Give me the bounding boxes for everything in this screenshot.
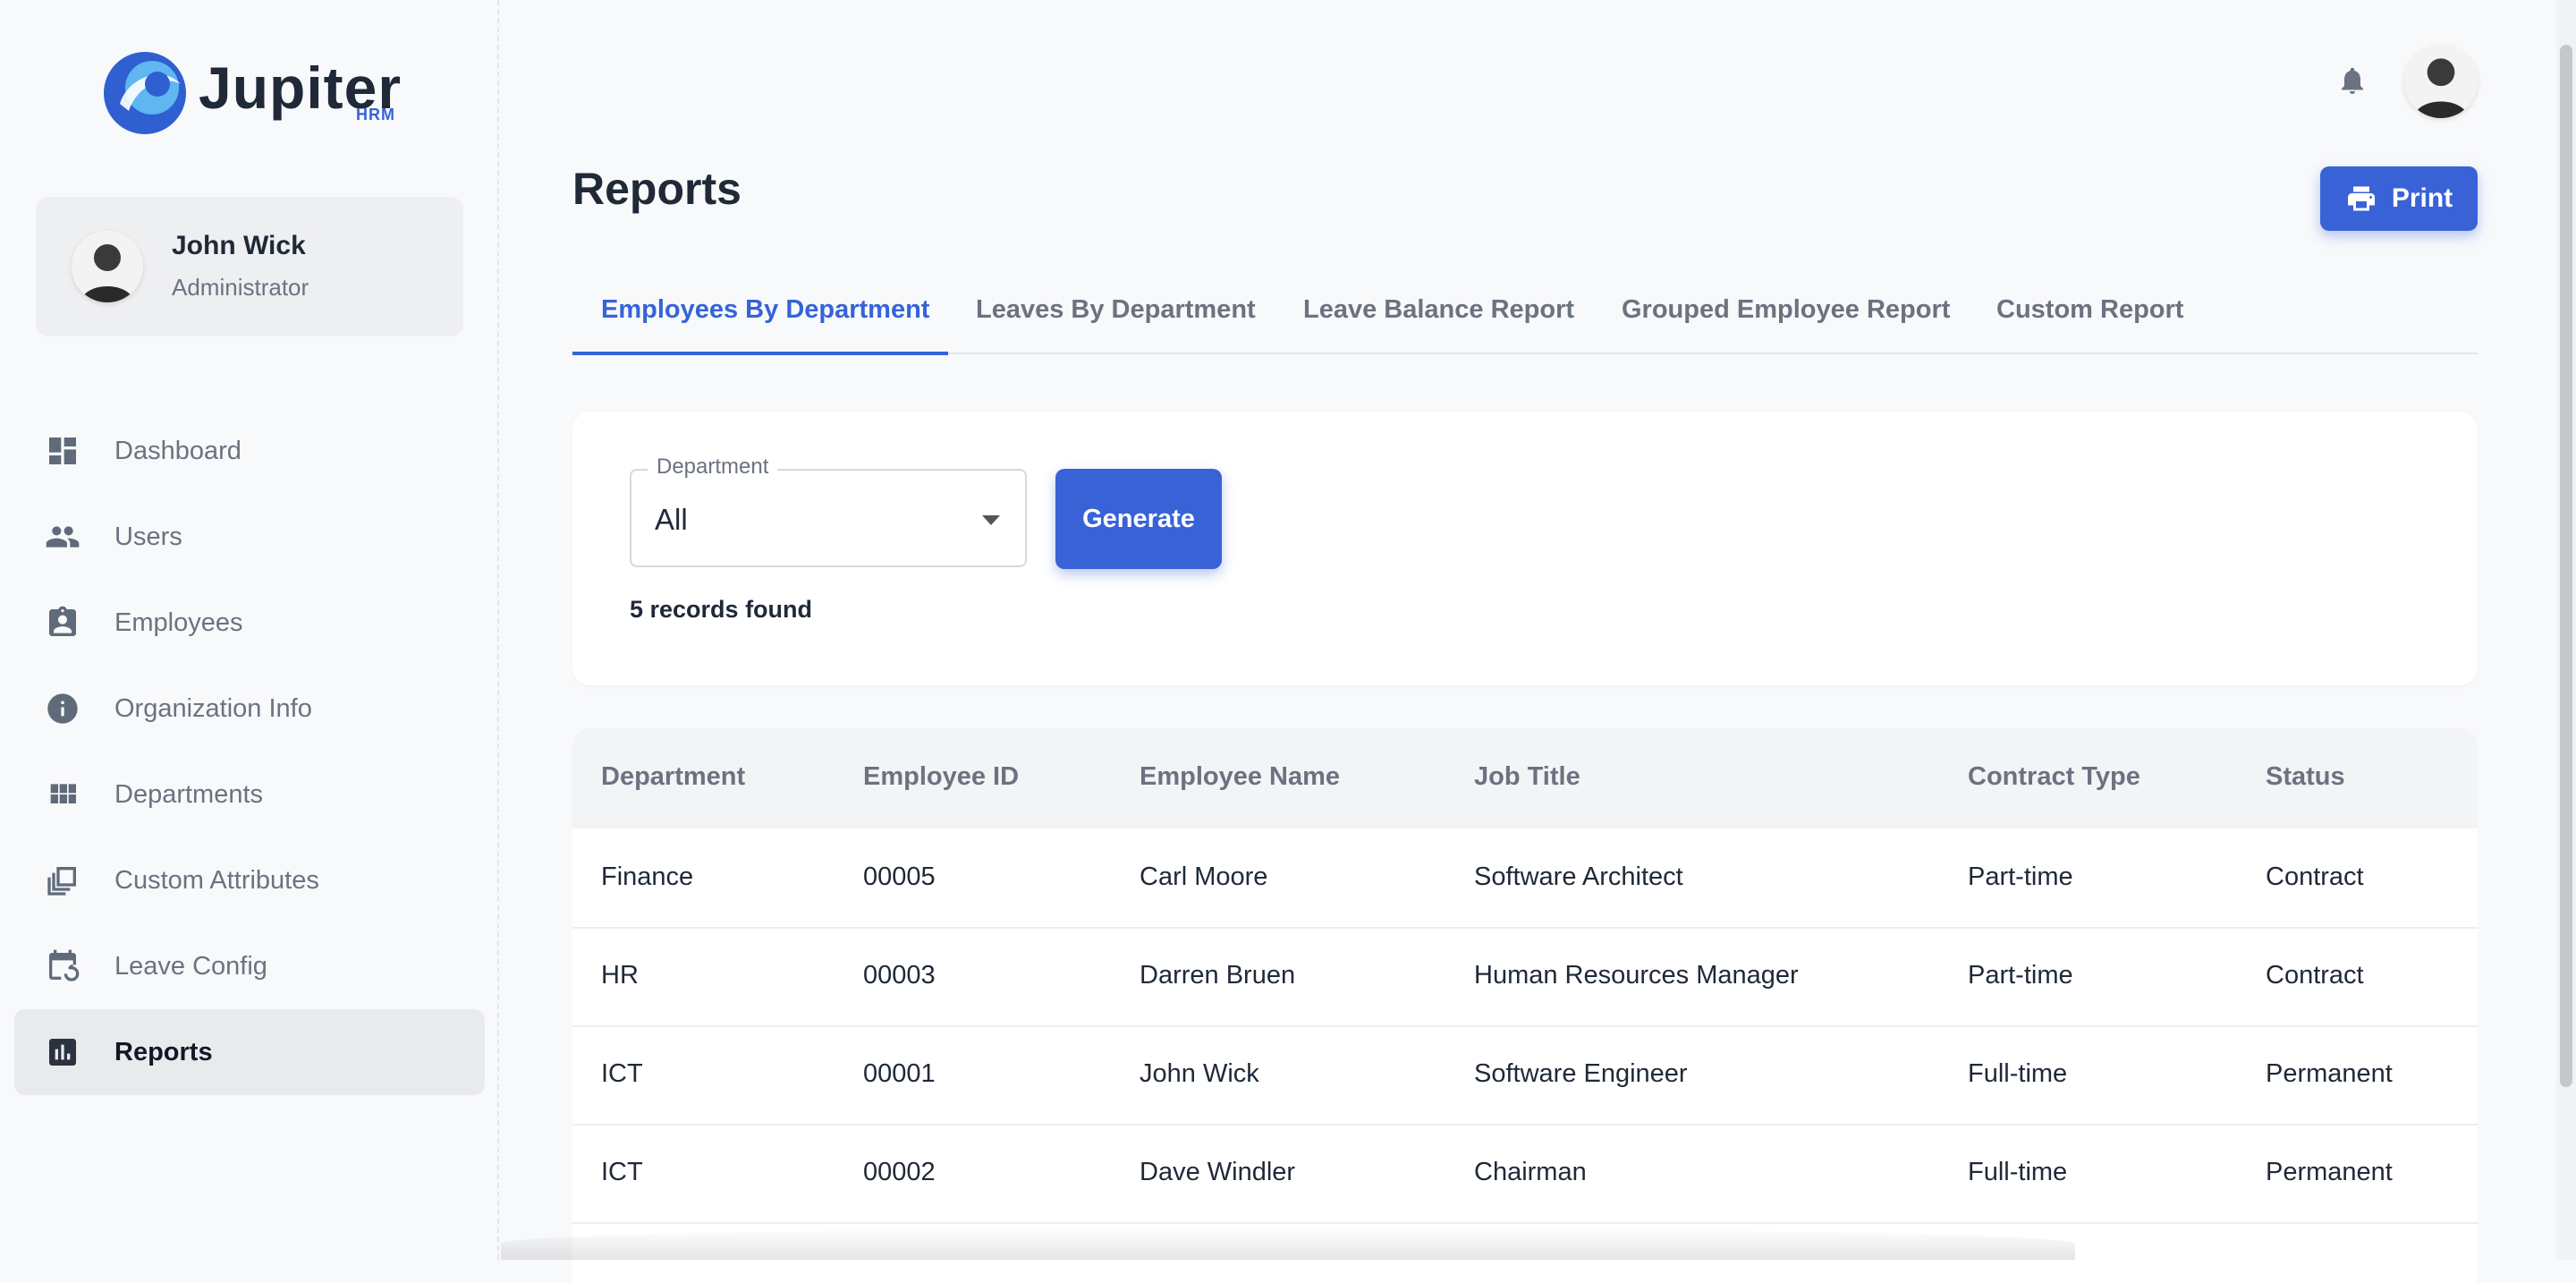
cell-status: Permanent — [2266, 1059, 2393, 1088]
active-tab-indicator — [572, 352, 948, 355]
sidebar-item-leave-config[interactable]: Leave Config — [14, 923, 485, 1009]
generate-button[interactable]: Generate — [1055, 469, 1222, 569]
cell-status: Contract — [2266, 961, 2364, 990]
cell-employee-id: 00001 — [863, 1059, 936, 1088]
printer-icon — [2347, 186, 2375, 211]
print-label: Print — [2391, 183, 2453, 213]
cell-contract-type: Part-time — [1968, 961, 2073, 990]
info-icon — [47, 693, 78, 724]
sidebar-nav: Dashboard Users Employees Organization I… — [14, 408, 485, 1095]
notification-bell-icon[interactable] — [2336, 63, 2368, 98]
user-avatar-icon — [2404, 45, 2478, 118]
cell-employee-id: 00003 — [863, 961, 936, 990]
sidebar-item-custom-attributes[interactable]: Custom Attributes — [14, 837, 485, 923]
scrollbar-thumb[interactable] — [2560, 45, 2572, 1087]
department-select[interactable]: Department All — [630, 455, 1027, 567]
sidebar-item-label: Employees — [114, 608, 243, 637]
sidebar-item-label: Departments — [114, 779, 264, 809]
table-row[interactable]: Finance 00005 Carl Moore Software Archit… — [572, 828, 2478, 929]
cell-contract-type: Part-time — [1968, 862, 2073, 891]
table-header: Department Employee ID Employee Name Job… — [572, 728, 2478, 828]
report-table: Department Employee ID Employee Name Job… — [572, 728, 2478, 1283]
app-logo[interactable]: Jupiter HRM — [102, 48, 406, 138]
sidebar-item-label: Custom Attributes — [114, 865, 319, 895]
cell-status: Permanent — [2266, 1158, 2393, 1186]
avatar — [72, 231, 143, 302]
cell-job-title: Software Architect — [1474, 862, 1683, 891]
sidebar-item-label: Dashboard — [114, 436, 242, 465]
bar-chart-icon — [49, 1039, 76, 1066]
tab-leave-balance-report[interactable]: Leave Balance Report — [1303, 295, 1574, 325]
bottom-scroll-shadow — [501, 1228, 2075, 1260]
tab-custom-report[interactable]: Custom Report — [1996, 295, 2183, 325]
user-name: John Wick — [172, 231, 306, 260]
user-role: Administrator — [172, 274, 309, 301]
cell-employee-name: Carl Moore — [1140, 862, 1268, 891]
cell-department: ICT — [601, 1059, 643, 1088]
cell-job-title: Human Resources Manager — [1474, 961, 1799, 990]
department-select-label: Department — [648, 455, 778, 480]
tab-employees-by-department[interactable]: Employees By Department — [601, 295, 929, 325]
cell-status: Contract — [2266, 862, 2364, 891]
tab-leaves-by-department[interactable]: Leaves By Department — [976, 295, 1256, 325]
column-header-contract-type[interactable]: Contract Type — [1968, 762, 2140, 792]
calendar-refresh-icon — [49, 949, 80, 981]
department-select-value: All — [655, 503, 688, 536]
cell-employee-id: 00005 — [863, 862, 936, 891]
table-row[interactable]: HR 00003 Darren Bruen Human Resources Ma… — [572, 927, 2478, 1027]
column-header-job-title[interactable]: Job Title — [1474, 762, 1580, 792]
column-header-department[interactable]: Department — [601, 762, 745, 792]
sidebar: Jupiter HRM John Wick Administrator Dash… — [0, 0, 499, 1260]
sidebar-item-organization-info[interactable]: Organization Info — [14, 666, 485, 752]
logo-subtext: HRM — [356, 106, 395, 123]
column-header-employee-name[interactable]: Employee Name — [1140, 762, 1340, 792]
sidebar-item-label: Leave Config — [114, 951, 267, 981]
sidebar-item-users[interactable]: Users — [14, 494, 485, 580]
cell-employee-id: 00002 — [863, 1158, 936, 1186]
users-icon — [46, 526, 80, 548]
chevron-down-icon — [982, 515, 1000, 525]
report-tabs: Employees By Department Leaves By Depart… — [572, 285, 2478, 355]
cell-job-title: Chairman — [1474, 1158, 1587, 1186]
table-row[interactable]: ICT 00001 John Wick Software Engineer Fu… — [572, 1025, 2478, 1126]
grid-icon — [50, 784, 76, 803]
sidebar-item-employees[interactable]: Employees — [14, 580, 485, 666]
cell-department: ICT — [601, 1158, 643, 1186]
column-header-status[interactable]: Status — [2266, 762, 2345, 792]
records-count: 5 records found — [630, 596, 813, 623]
cell-department: HR — [601, 961, 639, 990]
header-avatar[interactable] — [2404, 45, 2478, 118]
sidebar-item-reports[interactable]: Reports — [14, 1009, 485, 1095]
employee-badge-icon — [49, 606, 76, 636]
cell-contract-type: Full-time — [1968, 1158, 2068, 1186]
sidebar-item-label: Reports — [114, 1037, 213, 1066]
cell-job-title: Software Engineer — [1474, 1059, 1688, 1088]
user-profile-card[interactable]: John Wick Administrator — [36, 197, 463, 336]
sidebar-item-dashboard[interactable]: Dashboard — [14, 408, 485, 494]
cell-employee-name: John Wick — [1140, 1059, 1259, 1088]
filter-card: Department All Generate 5 records found — [572, 412, 2478, 685]
table-row[interactable]: ICT 00002 Dave Windler Chairman Full-tim… — [572, 1124, 2478, 1224]
cell-contract-type: Full-time — [1968, 1059, 2068, 1088]
print-button[interactable]: Print — [2320, 166, 2478, 231]
sidebar-item-label: Organization Info — [114, 693, 312, 723]
page-title: Reports — [572, 164, 741, 214]
layers-icon — [47, 867, 76, 896]
user-avatar-icon — [72, 231, 143, 302]
sidebar-item-departments[interactable]: Departments — [14, 752, 485, 837]
tab-grouped-employee-report[interactable]: Grouped Employee Report — [1622, 295, 1950, 325]
jupiter-logo-icon — [104, 52, 186, 134]
dashboard-icon — [49, 438, 76, 464]
column-header-employee-id[interactable]: Employee ID — [863, 762, 1019, 792]
cell-department: Finance — [601, 862, 694, 891]
cell-employee-name: Darren Bruen — [1140, 961, 1296, 990]
sidebar-item-label: Users — [114, 522, 182, 551]
cell-employee-name: Dave Windler — [1140, 1158, 1296, 1186]
